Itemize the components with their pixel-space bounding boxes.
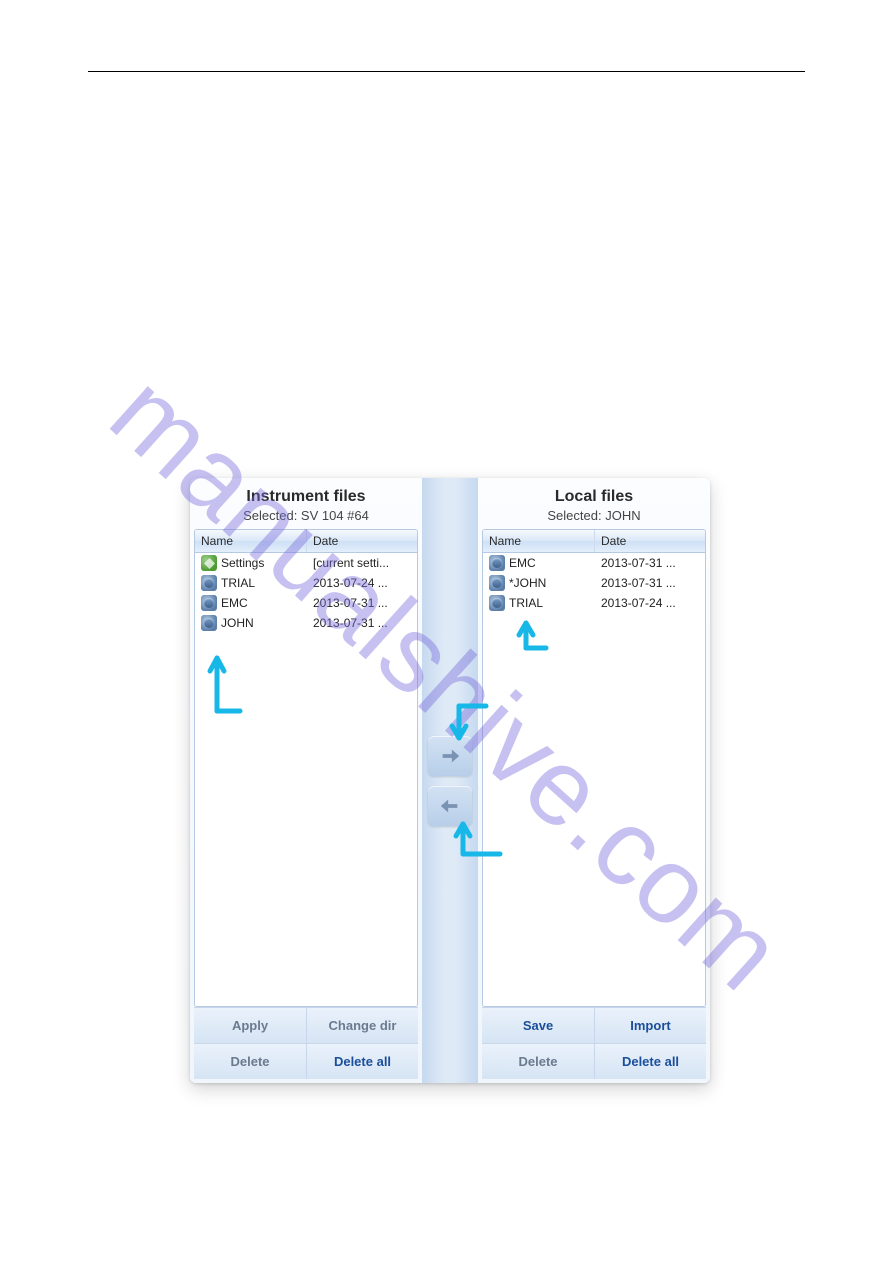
cell-date: 2013-07-31 ... bbox=[595, 556, 705, 570]
settings-icon bbox=[201, 555, 217, 571]
instrument-button-row-2: Delete Delete all bbox=[194, 1043, 418, 1079]
col-name-header[interactable]: Name bbox=[483, 530, 595, 552]
cell-name: EMC bbox=[221, 596, 248, 610]
local-button-row-1: Save Import bbox=[482, 1007, 706, 1043]
setup-files-manager: Instrument files Selected: SV 104 #64 Na… bbox=[190, 478, 710, 1083]
local-subtitle: Selected: JOHN bbox=[482, 508, 706, 529]
table-row[interactable]: TRIAL 2013-07-24 ... bbox=[483, 593, 705, 613]
delete-button[interactable]: Delete bbox=[194, 1044, 306, 1079]
cell-name: Settings bbox=[221, 556, 264, 570]
col-date-header[interactable]: Date bbox=[595, 530, 705, 552]
cell-date: 2013-07-31 ... bbox=[307, 596, 417, 610]
cell-name: *JOHN bbox=[509, 576, 546, 590]
local-files-pane: Local files Selected: JOHN Name Date EMC… bbox=[478, 478, 710, 1083]
cell-name: TRIAL bbox=[509, 596, 543, 610]
table-row[interactable]: EMC 2013-07-31 ... bbox=[483, 553, 705, 573]
setup-file-icon bbox=[489, 595, 505, 611]
move-left-button[interactable] bbox=[428, 786, 472, 826]
instrument-subtitle: Selected: SV 104 #64 bbox=[194, 508, 418, 529]
setup-file-icon bbox=[489, 555, 505, 571]
arrow-left-icon bbox=[439, 795, 461, 817]
table-row[interactable]: Settings [current setti... bbox=[195, 553, 417, 573]
cell-date: [current setti... bbox=[307, 556, 417, 570]
table-row[interactable]: *JOHN 2013-07-31 ... bbox=[483, 573, 705, 593]
local-grid: Name Date EMC 2013-07-31 ... *JOHN 2013-… bbox=[482, 529, 706, 1007]
setup-file-icon bbox=[201, 575, 217, 591]
page-rule bbox=[88, 71, 805, 72]
instrument-grid: Name Date Settings [current setti... TRI… bbox=[194, 529, 418, 1007]
instrument-grid-header: Name Date bbox=[195, 530, 417, 553]
move-right-button[interactable] bbox=[428, 736, 472, 776]
import-button[interactable]: Import bbox=[594, 1008, 706, 1043]
cell-name: EMC bbox=[509, 556, 536, 570]
cell-name: JOHN bbox=[221, 616, 254, 630]
delete-button[interactable]: Delete bbox=[482, 1044, 594, 1079]
table-row[interactable]: JOHN 2013-07-31 ... bbox=[195, 613, 417, 633]
local-button-row-2: Delete Delete all bbox=[482, 1043, 706, 1079]
instrument-button-row-1: Apply Change dir bbox=[194, 1007, 418, 1043]
cell-date: 2013-07-31 ... bbox=[307, 616, 417, 630]
instrument-files-pane: Instrument files Selected: SV 104 #64 Na… bbox=[190, 478, 422, 1083]
instrument-grid-body: Settings [current setti... TRIAL 2013-07… bbox=[195, 553, 417, 1006]
cell-name: TRIAL bbox=[221, 576, 255, 590]
table-row[interactable]: EMC 2013-07-31 ... bbox=[195, 593, 417, 613]
setup-file-icon bbox=[201, 595, 217, 611]
setup-file-icon bbox=[201, 615, 217, 631]
change-dir-button[interactable]: Change dir bbox=[306, 1008, 418, 1043]
local-grid-header: Name Date bbox=[483, 530, 705, 553]
apply-button[interactable]: Apply bbox=[194, 1008, 306, 1043]
delete-all-button[interactable]: Delete all bbox=[594, 1044, 706, 1079]
cell-date: 2013-07-24 ... bbox=[307, 576, 417, 590]
col-date-header[interactable]: Date bbox=[307, 530, 417, 552]
local-grid-body: EMC 2013-07-31 ... *JOHN 2013-07-31 ... … bbox=[483, 553, 705, 1006]
setup-file-icon bbox=[489, 575, 505, 591]
arrow-right-icon bbox=[439, 745, 461, 767]
table-row[interactable]: TRIAL 2013-07-24 ... bbox=[195, 573, 417, 593]
col-name-header[interactable]: Name bbox=[195, 530, 307, 552]
instrument-title: Instrument files bbox=[194, 482, 418, 508]
cell-date: 2013-07-24 ... bbox=[595, 596, 705, 610]
cell-date: 2013-07-31 ... bbox=[595, 576, 705, 590]
local-title: Local files bbox=[482, 482, 706, 508]
delete-all-button[interactable]: Delete all bbox=[306, 1044, 418, 1079]
transfer-column bbox=[422, 478, 478, 1083]
save-button[interactable]: Save bbox=[482, 1008, 594, 1043]
